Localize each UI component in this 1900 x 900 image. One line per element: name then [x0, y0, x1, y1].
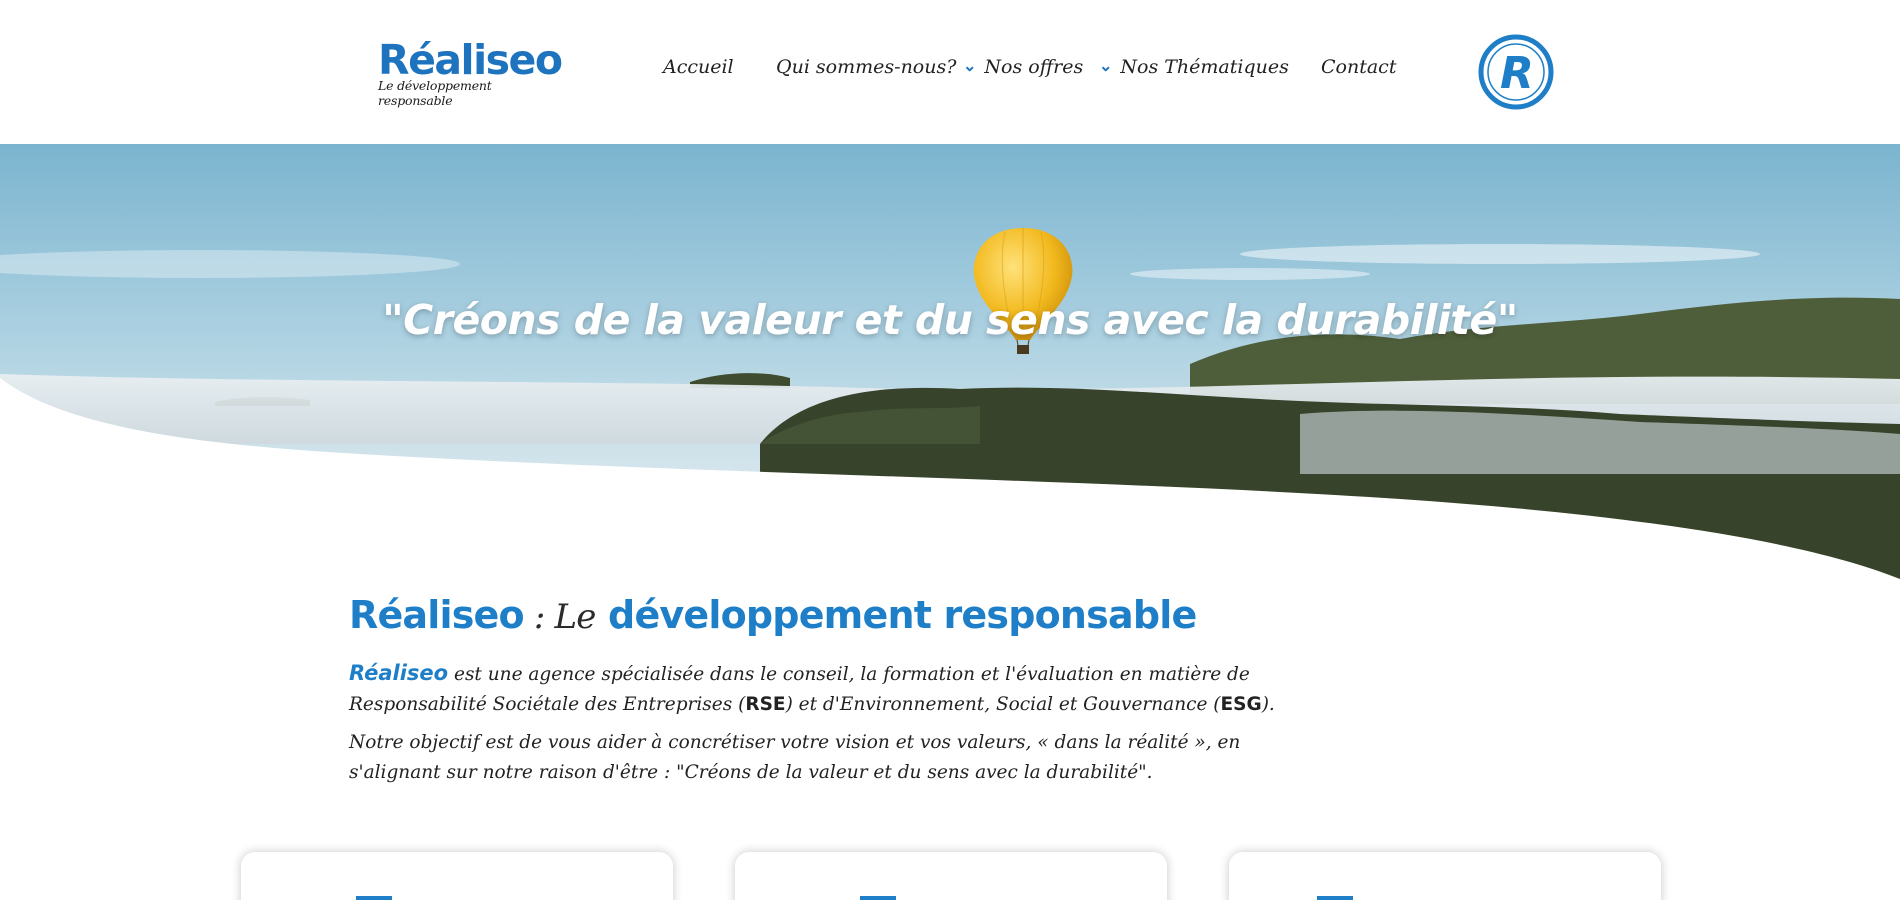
chevron-down-icon: ⌄: [963, 56, 977, 75]
chevron-down-icon: ⌄: [1099, 56, 1113, 75]
card-accent-bar: [860, 896, 896, 900]
nav-item-nos-thematiques[interactable]: ⌄ Nos Thématiques: [1099, 56, 1289, 78]
hero-banner: "Créons de la valeur et du sens avec la …: [0, 144, 1900, 584]
card-accent-bar: [356, 896, 392, 900]
intro-paragraph-1: Réaliseo est une agence spécialisée dans…: [349, 658, 1299, 720]
intro-paragraph-2: Notre objectif est de vous aider à concr…: [349, 732, 1241, 783]
emblem-letter: R: [1500, 48, 1534, 99]
nav-item-accueil[interactable]: Accueil: [663, 56, 734, 78]
logo-name: Réaliseo: [378, 36, 563, 84]
title-brand: Réaliseo: [349, 593, 525, 637]
rse-abbr: RSE: [745, 694, 786, 715]
paragraph-text: ) et d'Environnement, Social et Gouverna…: [785, 694, 1221, 715]
paragraph-brand: Réaliseo: [349, 661, 449, 685]
nav-item-nos-offres[interactable]: ⌄ Nos offres: [963, 56, 1083, 78]
nav-label: Qui sommes-nous?: [776, 56, 957, 78]
paragraph-text: ).: [1261, 694, 1275, 715]
offer-card-1[interactable]: [241, 852, 673, 900]
site-logo[interactable]: Réaliseo Le développement responsable: [378, 36, 563, 108]
nav-label: Accueil: [663, 56, 734, 78]
intro-section: Réaliseo : Le développement responsable …: [349, 590, 1299, 788]
site-header: Réaliseo Le développement responsable Ac…: [0, 0, 1900, 144]
card-accent-bar: [1317, 896, 1353, 900]
title-separator: :: [523, 597, 555, 637]
nav-item-contact[interactable]: Contact: [1321, 56, 1396, 78]
title-rest: développement responsable: [608, 593, 1197, 637]
offer-card-2[interactable]: [735, 852, 1167, 900]
offer-card-3[interactable]: [1229, 852, 1661, 900]
nav-label: Contact: [1321, 56, 1397, 78]
r-emblem-icon[interactable]: R: [1476, 32, 1556, 112]
hero-quote: "Créons de la valeur et du sens avec la …: [382, 296, 1518, 344]
title-le: Le: [554, 597, 597, 637]
nav-label: Nos offres: [984, 56, 1084, 78]
hero-landscape-image: [0, 144, 1900, 584]
nav-item-qui-sommes-nous[interactable]: Qui sommes-nous?: [776, 56, 956, 78]
nav-label: Nos Thématiques: [1120, 56, 1289, 78]
page-title: Réaliseo : Le développement responsable: [349, 590, 1299, 642]
esg-abbr: ESG: [1220, 694, 1262, 715]
